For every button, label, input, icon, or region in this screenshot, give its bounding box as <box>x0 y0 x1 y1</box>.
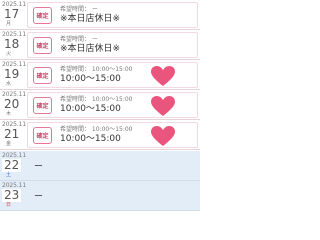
day-row-17[interactable]: 2025.11 17 月 確定 希望時間： ー ※本日店休日※ <box>0 0 200 30</box>
day-number: 21 <box>4 127 20 141</box>
confirmed-badge: 確定 <box>33 67 52 84</box>
day-row-19[interactable]: 2025.11 19 水 確定 希望時間： 10:00〜15:00 10:00〜… <box>0 60 200 90</box>
day-row-18[interactable]: 2025.11 18 火 確定 希望時間： ー ※本日店休日※ <box>0 30 200 60</box>
weekday: 水 <box>6 81 12 87</box>
weekday: 火 <box>6 51 12 57</box>
day-row-23[interactable]: 2025.11 23 日 ー <box>0 181 200 211</box>
shift-status: ※本日店休日※ <box>60 14 121 24</box>
no-shift-dash: ー <box>34 162 44 172</box>
day-number: 23 <box>2 188 22 202</box>
date-cell: 2025.11 21 金 <box>0 120 27 150</box>
confirmed-badge: 確定 <box>33 127 52 144</box>
shift-card[interactable]: 確定 希望時間： ー ※本日店休日※ <box>27 2 198 28</box>
heart-icon <box>151 96 175 116</box>
shift-time: 10:00〜15:00 <box>60 134 121 144</box>
confirmed-badge: 確定 <box>33 37 52 54</box>
no-shift-dash: ー <box>34 192 44 202</box>
confirmed-badge: 確定 <box>33 7 52 24</box>
shift-time: 10:00〜15:00 <box>60 74 121 84</box>
requested-time-label: 希望時間： 10:00〜15:00 <box>60 126 133 133</box>
date-cell: 2025.11 17 月 <box>0 0 27 30</box>
day-row-22[interactable]: 2025.11 22 土 ー <box>0 151 200 181</box>
date-cell: 2025.11 23 日 <box>0 181 27 211</box>
day-number: 18 <box>4 37 20 51</box>
shift-card[interactable]: 確定 希望時間： 10:00〜15:00 10:00〜15:00 <box>27 92 198 118</box>
requested-time-label: 希望時間： ー <box>60 36 98 43</box>
date-cell: 2025.11 22 土 <box>0 151 27 181</box>
day-row-20[interactable]: 2025.11 20 木 確定 希望時間： 10:00〜15:00 10:00〜… <box>0 90 200 120</box>
shift-calendar-list: 2025.11 17 月 確定 希望時間： ー ※本日店休日※ 2025.11 … <box>0 0 200 211</box>
day-number: 20 <box>4 97 20 111</box>
heart-icon <box>151 66 175 86</box>
requested-time-label: 希望時間： 10:00〜15:00 <box>60 96 133 103</box>
day-number: 17 <box>4 7 20 21</box>
day-number: 22 <box>2 158 22 172</box>
confirmed-badge: 確定 <box>33 97 52 114</box>
weekday: 土 <box>6 172 12 178</box>
day-row-21[interactable]: 2025.11 21 金 確定 希望時間： 10:00〜15:00 10:00〜… <box>0 120 200 150</box>
weekday: 月 <box>6 21 12 27</box>
requested-time-label: 希望時間： 10:00〜15:00 <box>60 66 133 73</box>
day-number: 19 <box>4 67 20 81</box>
shift-time: 10:00〜15:00 <box>60 104 121 114</box>
shift-card[interactable]: 確定 希望時間： 10:00〜15:00 10:00〜15:00 <box>27 122 198 148</box>
shift-card[interactable]: 確定 希望時間： 10:00〜15:00 10:00〜15:00 <box>27 62 198 88</box>
heart-icon <box>151 126 175 146</box>
weekday: 金 <box>6 141 12 147</box>
weekday: 木 <box>6 111 12 117</box>
requested-time-label: 希望時間： ー <box>60 6 98 13</box>
shift-status: ※本日店休日※ <box>60 44 121 54</box>
date-cell: 2025.11 19 水 <box>0 60 27 90</box>
date-cell: 2025.11 20 木 <box>0 90 27 120</box>
weekday: 日 <box>6 202 12 208</box>
shift-card[interactable]: 確定 希望時間： ー ※本日店休日※ <box>27 32 198 58</box>
date-cell: 2025.11 18 火 <box>0 30 27 60</box>
